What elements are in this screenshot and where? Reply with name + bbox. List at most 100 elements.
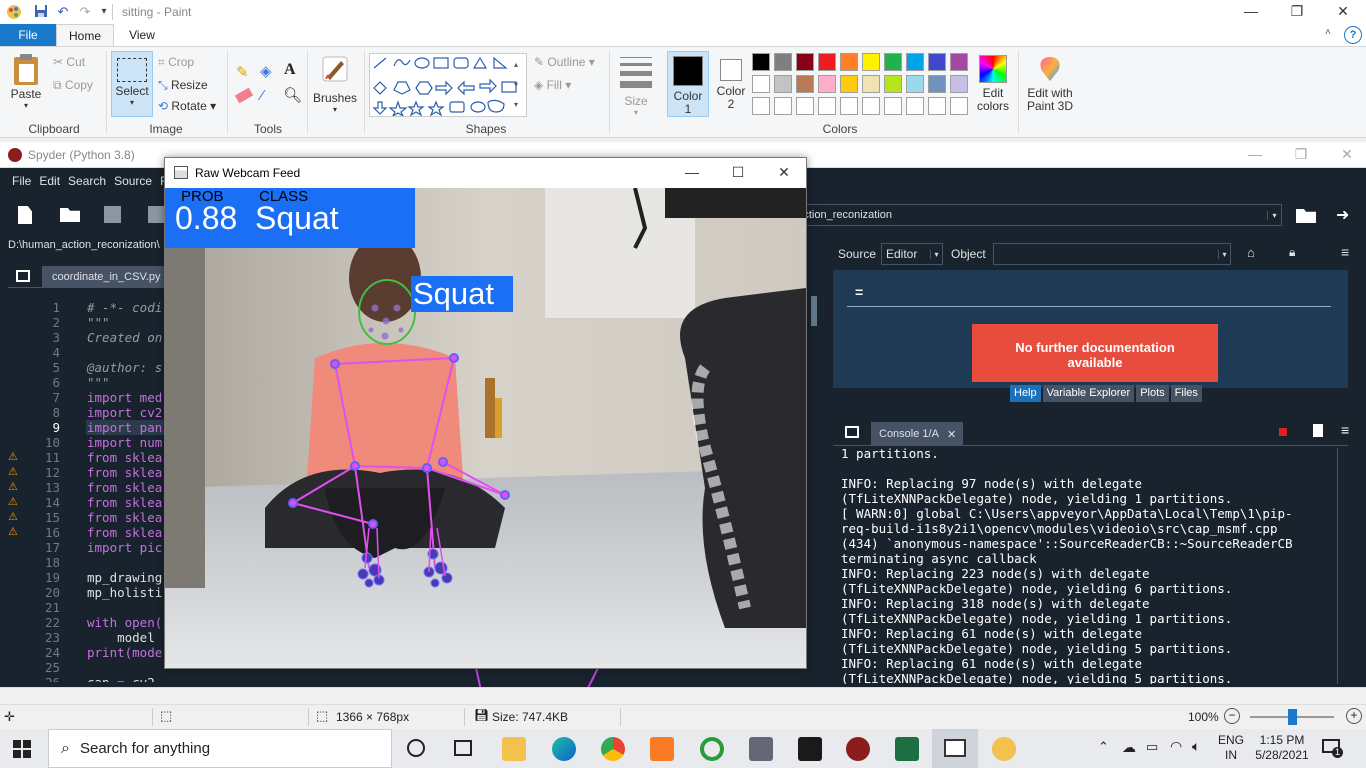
zoom-slider-thumb[interactable] bbox=[1288, 709, 1297, 725]
palette-swatch[interactable] bbox=[818, 53, 836, 71]
menu-item[interactable]: Edit bbox=[39, 174, 60, 188]
text-icon[interactable]: A bbox=[284, 61, 296, 79]
onedrive-icon[interactable]: ☁ bbox=[1122, 739, 1136, 756]
palette-swatch[interactable] bbox=[840, 53, 858, 71]
spyder-minimize-button[interactable]: — bbox=[1232, 143, 1278, 167]
palette-swatch[interactable] bbox=[884, 75, 902, 93]
save-all-icon[interactable] bbox=[148, 206, 165, 223]
palette-swatch[interactable] bbox=[950, 75, 968, 93]
color1-button[interactable]: Color 1 bbox=[667, 51, 709, 117]
undo-icon[interactable]: ↶ bbox=[55, 4, 71, 20]
palette-swatch-empty[interactable] bbox=[862, 97, 880, 115]
editor-scrollbar[interactable] bbox=[806, 292, 822, 684]
webcam-taskbar-button[interactable] bbox=[932, 729, 978, 768]
zoom-in-button[interactable]: + bbox=[1346, 708, 1362, 724]
menu-item[interactable]: File bbox=[12, 174, 31, 188]
palette-swatch[interactable] bbox=[796, 53, 814, 71]
chrome-icon[interactable] bbox=[601, 737, 625, 761]
help-source-combo[interactable]: Editor ▾ bbox=[881, 243, 943, 265]
redo-icon[interactable]: ↷ bbox=[77, 4, 93, 20]
copy-button[interactable]: ⧉ Copy bbox=[53, 78, 93, 93]
home-icon[interactable]: ⌂ bbox=[1247, 245, 1255, 260]
wifi-icon[interactable]: ◠ bbox=[1170, 738, 1182, 755]
shapes-scroll-icon[interactable]: ▴ ▾ ▾ bbox=[514, 55, 518, 115]
save-icon[interactable] bbox=[33, 4, 49, 20]
fill-button[interactable]: ◈ Fill ▾ bbox=[534, 78, 571, 92]
color2-button[interactable]: Color 2 bbox=[712, 51, 750, 117]
scroll-thumb[interactable] bbox=[811, 296, 817, 326]
palette-swatch[interactable] bbox=[840, 75, 858, 93]
menu-item[interactable]: Source bbox=[114, 174, 152, 188]
minimize-button[interactable]: — bbox=[1228, 0, 1274, 24]
palette-swatch-empty[interactable] bbox=[840, 97, 858, 115]
save-file-icon[interactable] bbox=[104, 206, 121, 223]
palette-swatch-empty[interactable] bbox=[884, 97, 902, 115]
palette-swatch[interactable] bbox=[928, 75, 946, 93]
palette-swatch-empty[interactable] bbox=[774, 97, 792, 115]
browse-directory-icon[interactable] bbox=[1296, 209, 1316, 223]
palette-swatch[interactable] bbox=[774, 75, 792, 93]
spyder-taskbar-icon[interactable] bbox=[846, 737, 870, 761]
spyder-maximize-button[interactable]: ❐ bbox=[1278, 143, 1324, 167]
open-folder-icon[interactable] bbox=[60, 208, 80, 222]
resize-button[interactable]: ⤡ Resize bbox=[158, 78, 208, 93]
collapse-ribbon-icon[interactable]: ˄ bbox=[1325, 27, 1331, 38]
language-indicator[interactable]: ENG IN bbox=[1218, 733, 1244, 763]
webcam-close-button[interactable]: ✕ bbox=[761, 161, 807, 185]
clock[interactable]: 1:15 PM 5/28/2021 bbox=[1252, 733, 1312, 763]
stop-kernel-icon[interactable] bbox=[1279, 428, 1287, 436]
battery-icon[interactable]: ▭ bbox=[1146, 739, 1158, 755]
browse-tabs-icon[interactable] bbox=[845, 426, 859, 438]
browse-tabs-icon[interactable] bbox=[16, 270, 30, 282]
help-pane-tab[interactable]: Files bbox=[1170, 385, 1202, 402]
paint-hscroll-left-arrow[interactable] bbox=[0, 687, 1366, 704]
menu-item[interactable]: Search bbox=[68, 174, 106, 188]
help-pane-tab[interactable]: Variable Explorer bbox=[1042, 385, 1135, 402]
editor-tab-coordinate[interactable]: coordinate_in_CSV.py bbox=[42, 266, 172, 288]
working-directory-combo[interactable]: n_action_reconization ▾ bbox=[780, 204, 1282, 226]
cut-button[interactable]: ✂ Cut bbox=[53, 55, 85, 69]
palette-swatch[interactable] bbox=[752, 75, 770, 93]
help-pane-tab[interactable]: Plots bbox=[1136, 385, 1169, 402]
palette-swatch-empty[interactable] bbox=[818, 97, 836, 115]
start-button[interactable] bbox=[12, 739, 32, 759]
palette-swatch[interactable] bbox=[950, 53, 968, 71]
help-icon[interactable]: ? bbox=[1344, 26, 1362, 44]
customize-quick-access-icon[interactable]: ▾ bbox=[96, 4, 112, 20]
palette-swatch-empty[interactable] bbox=[752, 97, 770, 115]
pencil-icon[interactable]: ✎ bbox=[236, 63, 249, 81]
file-explorer-icon[interactable] bbox=[502, 737, 526, 761]
crop-button[interactable]: ⌗ Crop bbox=[158, 55, 194, 70]
show-hidden-icons[interactable]: ⌃ bbox=[1098, 739, 1109, 755]
maximize-button[interactable]: ❐ bbox=[1274, 0, 1320, 24]
size-button[interactable]: Size ▾ bbox=[614, 53, 658, 117]
shapes-gallery[interactable] bbox=[369, 53, 527, 118]
console-scrollbar[interactable] bbox=[1337, 448, 1349, 684]
close-tab-icon[interactable]: ✕ bbox=[947, 428, 956, 441]
color-picker-icon[interactable]: ⁄ bbox=[261, 87, 264, 104]
palette-swatch[interactable] bbox=[928, 53, 946, 71]
edit-with-paint3d-button[interactable]: Edit with Paint 3D bbox=[1022, 53, 1078, 119]
clear-console-icon[interactable] bbox=[1313, 424, 1323, 437]
help-object-combo[interactable]: ▾ bbox=[993, 243, 1231, 265]
palette-swatch[interactable] bbox=[818, 75, 836, 93]
spyder-close-button[interactable]: ✕ bbox=[1324, 143, 1366, 167]
taskbar-search[interactable]: ⌕ Search for anything bbox=[48, 729, 392, 768]
task-view-icon[interactable] bbox=[454, 740, 472, 756]
fill-bucket-icon[interactable]: ◈ bbox=[260, 62, 272, 80]
palette-swatch-empty[interactable] bbox=[796, 97, 814, 115]
xampp-icon[interactable] bbox=[650, 737, 674, 761]
palette-swatch-empty[interactable] bbox=[928, 97, 946, 115]
palette-swatch[interactable] bbox=[774, 53, 792, 71]
webcam-maximize-button[interactable]: ☐ bbox=[715, 161, 761, 185]
palette-swatch-empty[interactable] bbox=[950, 97, 968, 115]
select-button[interactable]: Select ▾ bbox=[111, 51, 153, 117]
palette-swatch[interactable] bbox=[906, 75, 924, 93]
console-tab[interactable]: Console 1/A ✕ bbox=[871, 422, 963, 446]
lock-icon[interactable]: 🔒︎ bbox=[1289, 245, 1295, 260]
webcam-minimize-button[interactable]: — bbox=[669, 161, 715, 185]
pane-options-icon[interactable]: ≡ bbox=[1341, 244, 1349, 260]
terminal-icon[interactable] bbox=[798, 737, 822, 761]
zoom-out-button[interactable]: − bbox=[1224, 708, 1240, 724]
palette-swatch-empty[interactable] bbox=[906, 97, 924, 115]
